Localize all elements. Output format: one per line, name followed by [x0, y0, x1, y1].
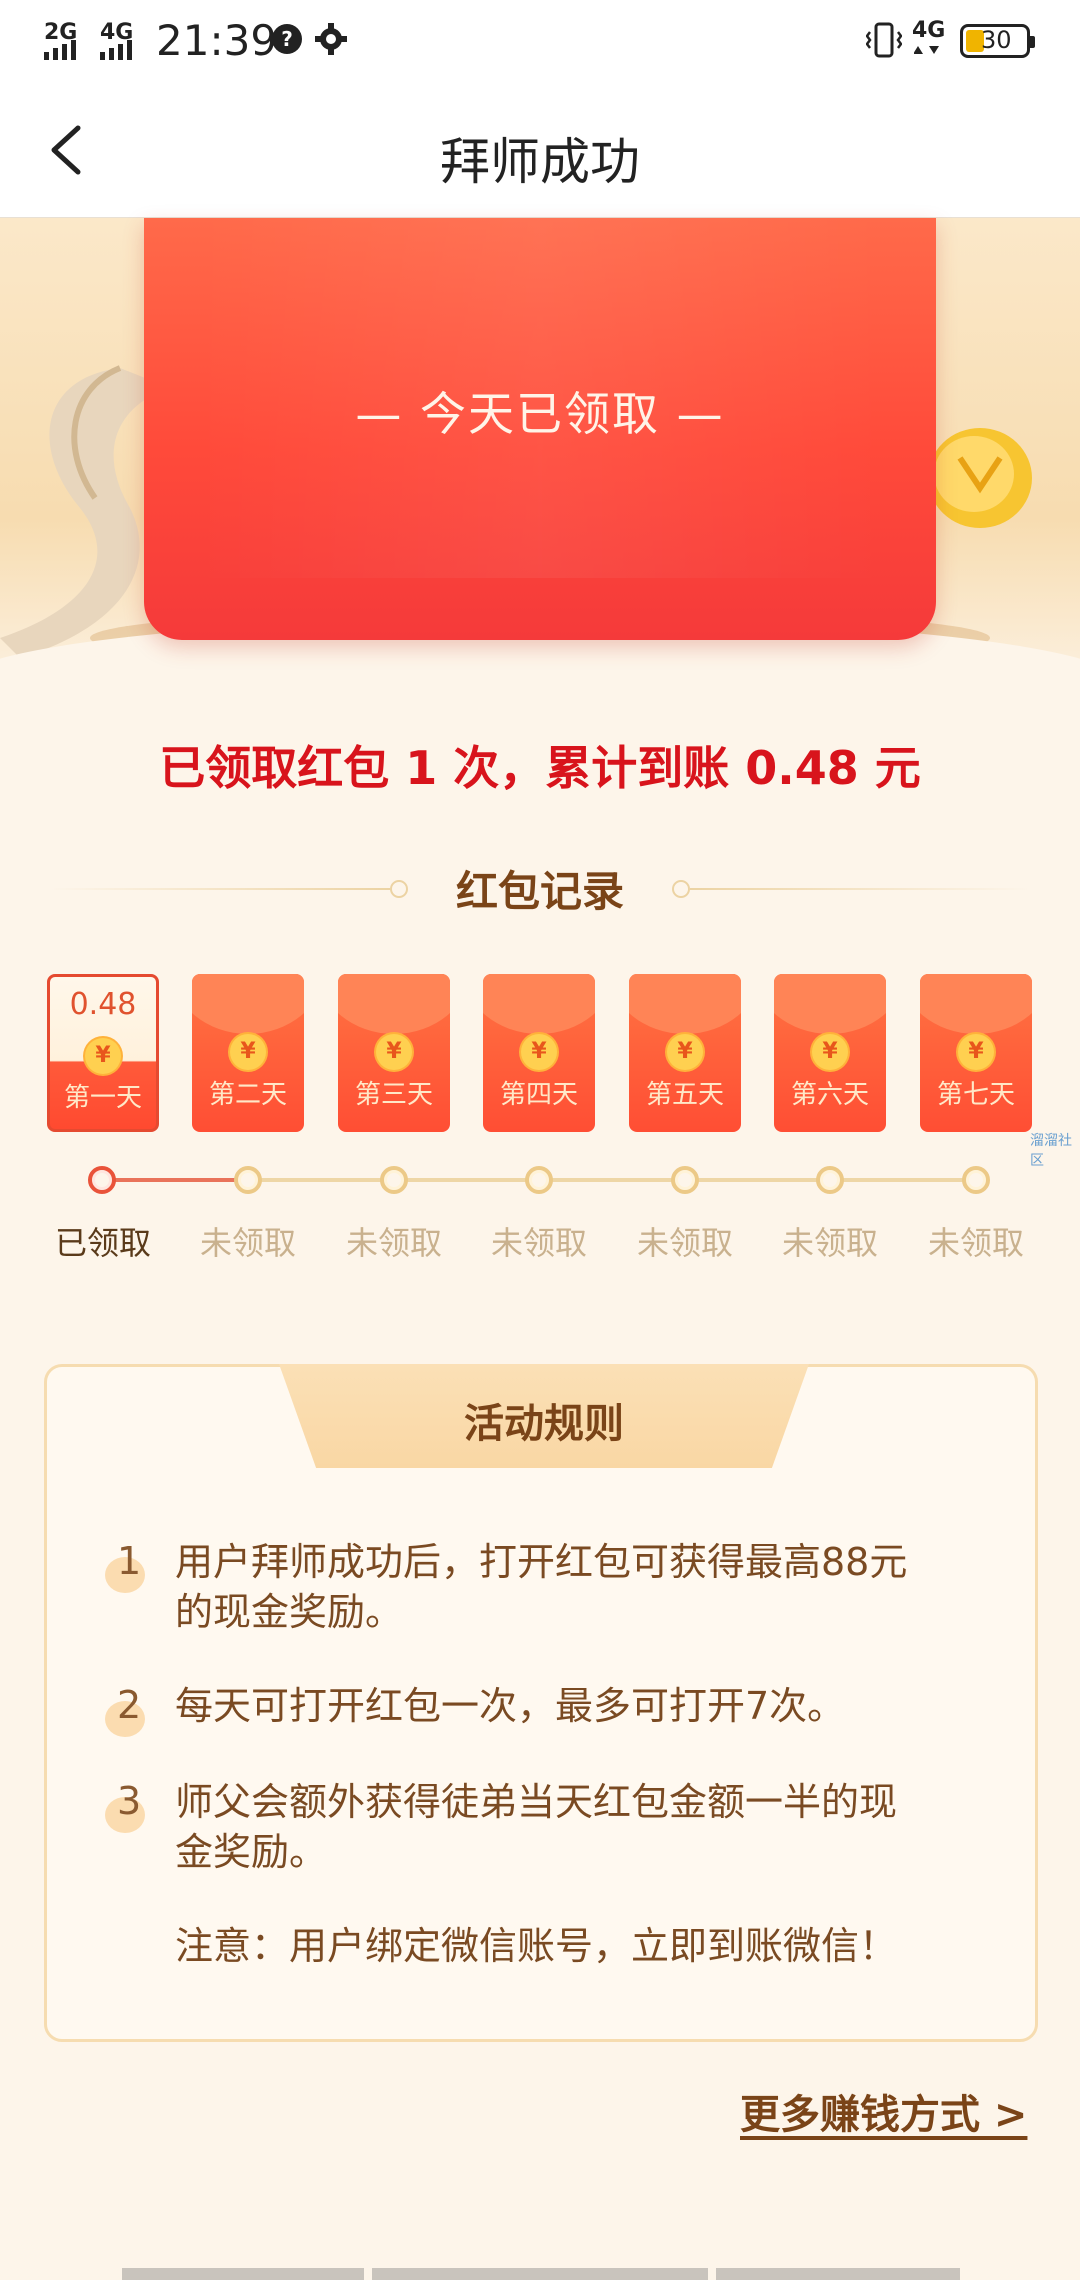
svg-text:?: ? — [281, 27, 293, 51]
yen-coin-icon: ¥ — [812, 1034, 848, 1070]
clock: 21:39 — [156, 16, 278, 65]
daily-records: 0.48 ¥ 第一天 ¥ 第二天 ¥ 第三天 ¥ 第四天 ¥ 第五天 ¥ 第六天… — [0, 974, 1080, 1294]
yen-coin-icon: ¥ — [667, 1034, 703, 1070]
day-card-6[interactable]: ¥ 第六天 — [774, 974, 886, 1132]
rule-text-1: 用户拜师成功后，打开红包可获得最高88元 的现金奖励。 — [175, 1537, 985, 1637]
vibrate-icon — [866, 22, 902, 58]
timeline-node-3 — [380, 1166, 408, 1194]
rules-panel: 活动规则 1 用户拜师成功后，打开红包可获得最高88元 的现金奖励。 2 每天可… — [44, 1364, 1038, 2042]
records-header: 红包记录 — [0, 858, 1080, 918]
rule-text-2: 每天可打开红包一次，最多可打开7次。 — [175, 1681, 985, 1731]
rule-1-line-1: 用户拜师成功后，打开红包可获得最高88元 — [175, 1540, 908, 1584]
gold-coin-decoration — [928, 428, 1032, 528]
day-label: 第一天 — [63, 1083, 142, 1113]
status-bar: 2G 4G 21:39 ? 4G 30 — [0, 0, 1080, 84]
bottom-bar-fragment — [372, 2268, 708, 2280]
day-card-1[interactable]: 0.48 ¥ 第一天 — [47, 974, 159, 1132]
settings-gear-icon — [315, 23, 347, 55]
page-title: 拜师成功 — [440, 133, 640, 191]
yen-coin-icon: ¥ — [958, 1034, 994, 1070]
day-label: 第二天 — [208, 1080, 287, 1110]
timeline-node-4 — [525, 1166, 553, 1194]
help-icon: ? — [272, 24, 302, 54]
signal-bars-icon — [44, 40, 76, 60]
watermark-text: 溜溜社区 — [1030, 1133, 1072, 1169]
progress-track-done — [100, 1178, 250, 1182]
signal-bars-icon — [100, 40, 132, 60]
rule-number-1: 1 — [105, 1539, 149, 1593]
day-label: 第三天 — [354, 1080, 433, 1110]
day-status-1: 已领取 — [54, 1224, 151, 1262]
envelope-status-text: — 今天已领取 — — [355, 387, 725, 441]
day-status-4: 未领取 — [490, 1224, 587, 1262]
timeline-node-6 — [816, 1166, 844, 1194]
network-type-label: 4G — [912, 18, 946, 43]
rule-2-line-1: 每天可打开红包一次，最多可打开7次。 — [175, 1684, 846, 1728]
day-status-7: 未领取 — [927, 1224, 1024, 1262]
day-card-5[interactable]: ¥ 第五天 — [629, 974, 741, 1132]
day-card-4[interactable]: ¥ 第四天 — [483, 974, 595, 1132]
timeline-node-2 — [234, 1166, 262, 1194]
title-bar: 拜师成功 — [0, 84, 1080, 218]
day-label: 第五天 — [645, 1080, 724, 1110]
timeline-node-5 — [671, 1166, 699, 1194]
divider-line — [690, 888, 1030, 890]
rules-title: 活动规则 — [464, 1401, 624, 1447]
day-amount: 0.48 — [69, 987, 137, 1022]
day-status-6: 未领取 — [781, 1224, 878, 1262]
day-status-5: 未领取 — [636, 1224, 733, 1262]
day-label: 第七天 — [936, 1080, 1015, 1110]
day-card-2[interactable]: ¥ 第二天 — [192, 974, 304, 1132]
rule-1-line-2: 的现金奖励。 — [175, 1590, 404, 1634]
data-transfer-icon — [914, 46, 939, 54]
rule-text-3: 师父会额外获得徒弟当天红包金额一半的现 金奖励。 — [175, 1777, 985, 1877]
divider-dot — [672, 880, 690, 898]
yen-coin-icon: ¥ — [376, 1034, 412, 1070]
rule-3-line-2: 金奖励。 — [175, 1830, 328, 1874]
day-status-3: 未领取 — [345, 1224, 442, 1262]
rule-number-2: 2 — [105, 1683, 149, 1737]
day-card-7[interactable]: ¥ 第七天 — [920, 974, 1032, 1132]
timeline-node-7 — [962, 1166, 990, 1194]
yen-coin-icon: ¥ — [521, 1034, 557, 1070]
rule-number-3: 3 — [105, 1779, 149, 1833]
day-card-3[interactable]: ¥ 第三天 — [338, 974, 450, 1132]
yen-coin-icon: ¥ — [85, 1038, 121, 1074]
day-label: 第六天 — [790, 1080, 869, 1110]
bottom-bar-fragment — [716, 2268, 960, 2280]
rule-3-line-1: 师父会额外获得徒弟当天红包金额一半的现 — [175, 1780, 898, 1824]
more-earning-link[interactable]: 更多赚钱方式 > — [740, 2082, 1027, 2140]
red-envelope[interactable]: — 今天已领取 — — [144, 218, 936, 640]
rules-note: 注意：用户绑定微信账号，立即到账微信！ — [175, 1924, 898, 1968]
day-label: 第四天 — [499, 1080, 578, 1110]
battery-indicator: 30 — [960, 24, 1035, 58]
day-status-2: 未领取 — [199, 1224, 296, 1262]
yen-coin-icon: ¥ — [230, 1034, 266, 1070]
bottom-bar-fragment — [122, 2268, 364, 2280]
claim-summary: 已领取红包 1 次，累计到账 0.48 元 — [159, 741, 921, 795]
timeline-node-1 — [88, 1166, 116, 1194]
